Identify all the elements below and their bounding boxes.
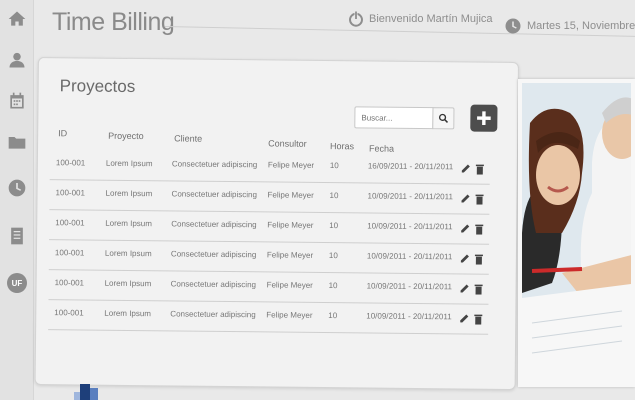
cell-fecha: 10/09/2011 - 20/11/2011 (366, 251, 453, 262)
company-logo (70, 382, 102, 400)
trash-icon[interactable] (474, 192, 484, 205)
calendar-icon[interactable] (5, 90, 29, 112)
cell-proyecto: Lorem Ipsum (105, 188, 153, 199)
cell-cliente: Consectetuer adipiscing (170, 279, 257, 290)
cell-fecha: 10/09/2011 - 20/11/2011 (367, 221, 453, 232)
cell-id: 100-001 (54, 278, 85, 288)
cell-consultor: Felipe Meyer (266, 250, 314, 260)
table-row[interactable]: 100-001 Lorem Ipsum Consectetuer adipisc… (49, 180, 490, 215)
power-icon[interactable] (347, 10, 365, 28)
projects-panel: Proyectos ID Proyecto Cliente Consultor … (34, 57, 519, 391)
cell-proyecto: Lorem Ipsum (104, 278, 152, 289)
add-project-button[interactable] (470, 104, 498, 132)
edit-pencil-icon[interactable] (461, 161, 471, 173)
search-input[interactable] (354, 106, 434, 130)
cell-proyecto: Lorem Ipsum (104, 248, 152, 259)
edit-pencil-icon[interactable] (460, 251, 470, 263)
clock-icon[interactable] (5, 177, 29, 199)
cell-horas: 10 (328, 251, 338, 261)
cell-cliente: Consectetuer adipiscing (170, 309, 256, 320)
search-button[interactable] (432, 107, 455, 130)
welcome-area: Bienvenido Martín Mujica (347, 10, 493, 28)
cell-consultor: Felipe Meyer (266, 280, 313, 290)
cell-cliente: Consectetuer adipiscing (170, 249, 257, 260)
welcome-text: Bienvenido Martín Mujica (369, 13, 493, 25)
edit-pencil-icon[interactable] (460, 221, 470, 233)
edit-pencil-icon[interactable] (460, 281, 470, 293)
cell-fecha: 10/09/2011 - 20/11/2011 (366, 311, 452, 322)
business-people-illustration (522, 83, 631, 383)
col-header-horas: Horas (330, 141, 355, 152)
folder-icon[interactable] (5, 131, 29, 153)
user-icon[interactable] (5, 49, 29, 71)
cell-id: 100-001 (54, 248, 85, 258)
plus-icon (477, 111, 491, 125)
cell-id: 100-001 (55, 218, 85, 228)
date-text: Martes 15, Noviembre (527, 20, 635, 32)
uf-badge-label: UF (7, 273, 27, 293)
clock-icon (505, 18, 521, 34)
trash-icon[interactable] (474, 222, 484, 235)
cell-horas: 10 (328, 311, 338, 321)
home-icon[interactable] (5, 8, 29, 30)
edit-pencil-icon[interactable] (460, 191, 470, 203)
cell-proyecto: Lorem Ipsum (105, 218, 152, 229)
panel-title: Proyectos (59, 76, 136, 97)
app-title: Time Billing (52, 8, 175, 36)
cell-fecha: 10/09/2011 - 20/11/2011 (366, 281, 453, 292)
table-row[interactable]: 100-001 Lorem Ipsum Consectetuer adipisc… (48, 270, 489, 305)
cell-consultor: Felipe Meyer (267, 160, 315, 170)
cell-consultor: Felipe Meyer (266, 310, 313, 320)
trash-icon[interactable] (474, 282, 484, 295)
cell-horas: 10 (329, 161, 339, 171)
trash-icon[interactable] (475, 162, 485, 175)
cell-proyecto: Lorem Ipsum (105, 158, 153, 169)
cell-consultor: Felipe Meyer (267, 190, 314, 200)
table-row[interactable]: 100-001 Lorem Ipsum Consectetuer adipisc… (48, 300, 489, 335)
trash-icon[interactable] (474, 252, 484, 265)
cell-cliente: Consectetuer adipiscing (171, 219, 257, 230)
cell-cliente: Consectetuer adipiscing (171, 159, 258, 170)
search-icon (438, 113, 449, 123)
cell-horas: 10 (329, 191, 339, 201)
cell-fecha: 16/09/2011 - 20/11/2011 (367, 161, 454, 172)
col-header-fecha: Fecha (369, 143, 395, 154)
col-header-id: ID (58, 128, 68, 139)
cell-horas: 10 (329, 221, 339, 231)
cell-id: 100-001 (54, 308, 84, 318)
table-row[interactable]: 100-001 Lorem Ipsum Consectetuer adipisc… (48, 240, 490, 275)
trash-icon[interactable] (473, 312, 483, 325)
date-area: Martes 15, Noviembre (504, 17, 635, 35)
col-header-proyecto: Proyecto (108, 130, 144, 142)
cell-id: 100-001 (55, 158, 86, 168)
business-photo (518, 79, 635, 387)
cell-cliente: Consectetuer adipiscing (171, 189, 258, 200)
table-row[interactable]: 100-001 Lorem Ipsum Consectetuer adipisc… (49, 210, 490, 245)
cell-horas: 10 (328, 281, 338, 291)
edit-pencil-icon[interactable] (459, 311, 469, 323)
cell-proyecto: Lorem Ipsum (104, 308, 152, 319)
cell-fecha: 10/09/2011 - 20/11/2011 (367, 191, 454, 202)
col-header-cliente: Cliente (174, 133, 203, 144)
col-header-consultor: Consultor (268, 138, 307, 149)
cell-consultor: Felipe Meyer (267, 220, 314, 230)
uf-badge-icon[interactable]: UF (5, 272, 29, 294)
document-icon[interactable] (5, 225, 29, 247)
table-row[interactable]: 100-001 Lorem Ipsum Consectetuer adipisc… (49, 150, 491, 185)
sidebar: UF (0, 0, 34, 400)
cell-id: 100-001 (55, 188, 85, 198)
